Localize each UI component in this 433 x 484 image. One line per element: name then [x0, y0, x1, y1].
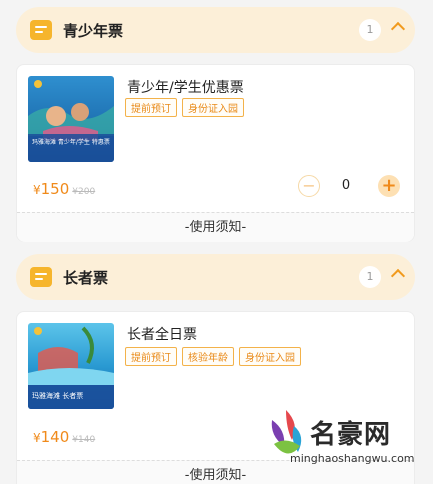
tag-id-entry: 身份证入园 [239, 347, 301, 366]
section-title: 青少年票 [63, 21, 124, 40]
ticket-card-senior: 玛雅海滩 长者票 长者全日票 提前预订 核验年龄 身份证入园 ¥140 ¥140 … [16, 311, 415, 484]
thumbnail-caption: 玛雅海滩 青少年/学生 特惠票 [32, 139, 110, 146]
usage-notice-link[interactable]: -使用须知- [17, 460, 414, 484]
ticket-thumbnail[interactable]: 玛雅海滩 长者票 [28, 323, 114, 409]
section-header-youth[interactable]: 青少年票 1 [16, 7, 415, 53]
decrease-quantity-button[interactable]: − [298, 175, 320, 197]
ticket-tags: 提前预订 核验年龄 身份证入园 [125, 347, 301, 366]
increase-quantity-button[interactable]: + [378, 175, 400, 197]
section-title: 长者票 [63, 268, 109, 287]
ticket-name: 长者全日票 [127, 327, 197, 343]
tag-id-entry: 身份证入园 [182, 98, 244, 117]
section-count-badge: 1 [359, 19, 381, 41]
chevron-up-icon[interactable] [390, 21, 406, 37]
price-value: 140 [40, 428, 70, 446]
ticket-card-youth: 玛雅海滩 青少年/学生 特惠票 青少年/学生优惠票 提前预订 身份证入园 ¥15… [16, 64, 415, 242]
usage-notice-link[interactable]: -使用须知- [17, 212, 414, 242]
tag-advance-booking: 提前预订 [125, 347, 177, 366]
price-symbol: ¥ [33, 183, 41, 197]
ticket-price: ¥150 ¥200 [33, 180, 95, 198]
chevron-up-icon[interactable] [390, 268, 406, 284]
original-price: ¥140 [72, 435, 96, 445]
price-value: 150 [40, 180, 70, 198]
tag-advance-booking: 提前预订 [125, 98, 177, 117]
ticket-tags: 提前预订 身份证入园 [125, 98, 244, 117]
tag-age-verification: 核验年龄 [182, 347, 234, 366]
ticket-thumbnail[interactable]: 玛雅海滩 青少年/学生 特惠票 [28, 76, 114, 162]
original-price: ¥200 [72, 187, 96, 197]
ticket-price: ¥140 ¥140 [33, 428, 95, 446]
section-header-senior[interactable]: 长者票 1 [16, 254, 415, 300]
thumbnail-caption: 玛雅海滩 长者票 [32, 392, 84, 400]
quantity-value: 0 [341, 178, 351, 193]
price-symbol: ¥ [33, 431, 41, 445]
ticket-thumbnail-image [28, 76, 114, 162]
section-count-badge: 1 [359, 266, 381, 288]
ticket-icon [30, 20, 52, 40]
ticket-icon [30, 267, 52, 287]
ticket-name: 青少年/学生优惠票 [127, 80, 244, 96]
